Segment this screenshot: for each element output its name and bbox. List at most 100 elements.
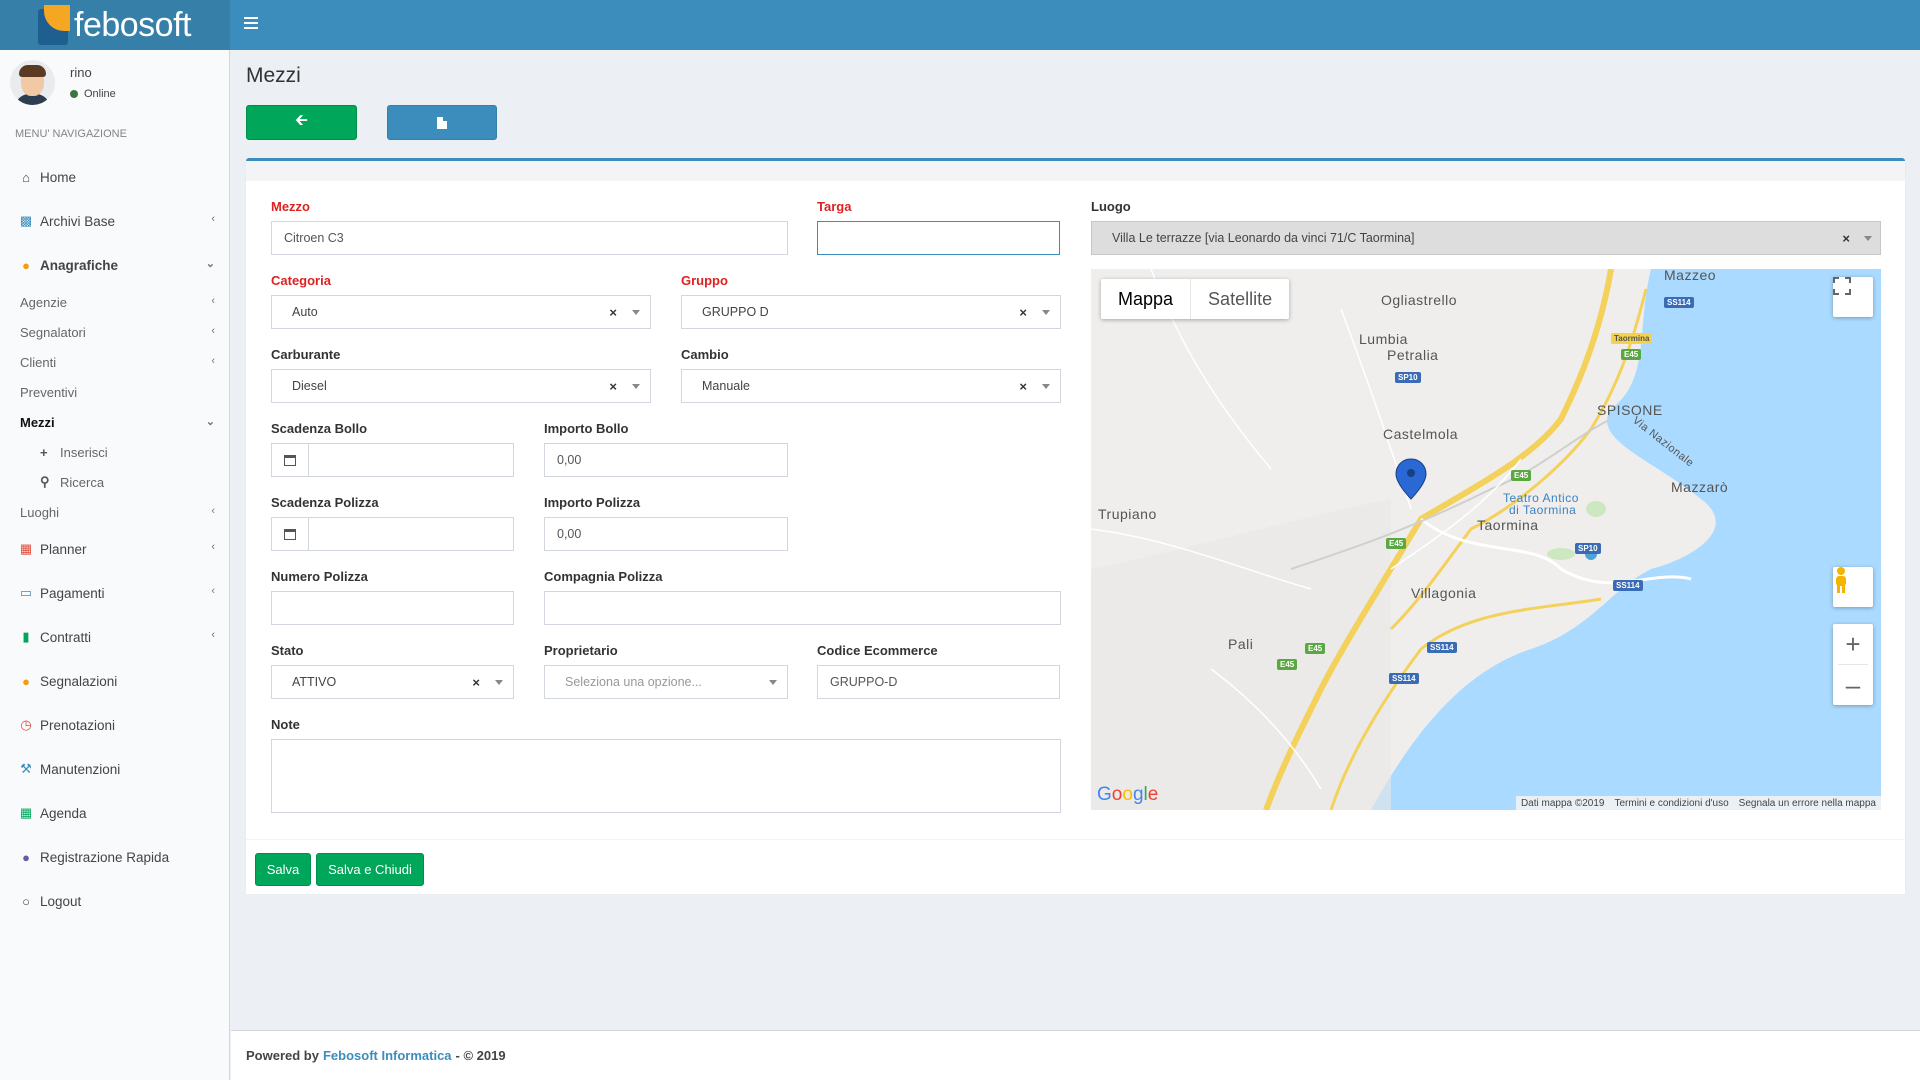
- sidebar-item-contratti[interactable]: ▮ Contratti ‹: [0, 615, 229, 659]
- circle-icon: ○: [22, 893, 30, 909]
- stato-select[interactable]: ATTIVO ×: [271, 665, 514, 699]
- clear-icon[interactable]: ×: [472, 675, 480, 690]
- chevron-left-icon: ‹: [211, 325, 215, 337]
- road-badge-e45: E45: [1386, 538, 1407, 549]
- user-icon: ●: [22, 257, 30, 273]
- mezzo-input[interactable]: Citroen C3: [271, 221, 788, 255]
- clear-icon[interactable]: ×: [609, 305, 617, 320]
- sidebar-item-planner[interactable]: ▦ Planner ‹: [0, 527, 229, 571]
- clear-icon[interactable]: ×: [1019, 305, 1027, 320]
- calendar-icon: ▦: [19, 541, 33, 556]
- sidebar-item-pagamenti[interactable]: ▭ Pagamenti ‹: [0, 571, 229, 615]
- sidebar-item-mezzi[interactable]: Mezzi ⌄: [0, 407, 229, 437]
- caret-down-icon: [632, 384, 640, 389]
- sidebar-item-home[interactable]: ⌂ Home: [0, 155, 229, 199]
- clear-icon[interactable]: ×: [1842, 231, 1850, 246]
- sidebar-item-clienti[interactable]: Clienti ‹: [0, 347, 229, 377]
- calendar-icon[interactable]: [271, 443, 309, 477]
- sidebar-item-preventivi[interactable]: Preventivi: [0, 377, 229, 407]
- form-footer: Salva Salva e Chiudi: [246, 839, 1905, 894]
- home-icon: ⌂: [22, 169, 30, 185]
- map-type-satellite[interactable]: Satellite: [1191, 279, 1289, 319]
- arrow-left-icon: 🡰: [295, 112, 308, 129]
- gruppo-label: Gruppo: [681, 273, 728, 288]
- road-badge-e45: E45: [1511, 470, 1532, 481]
- sidebar-item-anagrafiche[interactable]: ● Anagrafiche ⌄: [0, 243, 229, 287]
- sidebar-item-inserisci[interactable]: + Inserisci: [0, 437, 229, 467]
- stato-label: Stato: [271, 643, 304, 658]
- scadenza-polizza-input[interactable]: [309, 517, 514, 551]
- file-icon: [437, 116, 447, 129]
- categoria-select[interactable]: Auto ×: [271, 295, 651, 329]
- chevron-left-icon: ‹: [211, 295, 215, 307]
- sidebar-item-archivi-base[interactable]: ▩ Archivi Base ‹: [0, 199, 229, 243]
- codice-ecommerce-input[interactable]: GRUPPO-D: [817, 665, 1060, 699]
- note-textarea[interactable]: [271, 739, 1061, 813]
- road-badge-sp10: SP10: [1575, 543, 1601, 554]
- proprietario-select[interactable]: Seleziona una opzione...: [544, 665, 788, 699]
- sidebar-item-logout[interactable]: ○ Logout: [0, 879, 229, 923]
- compagnia-polizza-label: Compagnia Polizza: [544, 569, 663, 584]
- numero-polizza-input[interactable]: [271, 591, 514, 625]
- caret-down-icon: [495, 680, 503, 685]
- fullscreen-icon[interactable]: [1833, 277, 1873, 317]
- scadenza-bollo-input[interactable]: [309, 443, 514, 477]
- compagnia-polizza-input[interactable]: [544, 591, 1061, 625]
- calendar-icon[interactable]: [271, 517, 309, 551]
- google-logo[interactable]: Google: [1097, 784, 1158, 806]
- sidebar-item-ricerca[interactable]: ⚲ Ricerca: [0, 467, 229, 497]
- road-badge-sp10: SP10: [1395, 372, 1421, 383]
- carburante-select[interactable]: Diesel ×: [271, 369, 651, 403]
- save-button[interactable]: Salva: [255, 853, 311, 886]
- document-button[interactable]: [387, 105, 497, 140]
- map-label-mazzaro: Mazzarò: [1671, 479, 1729, 495]
- chevron-left-icon: ‹: [211, 585, 215, 597]
- sidebar-item-segnalazioni[interactable]: ● Segnalazioni: [0, 659, 229, 703]
- sidebar-item-agenzie[interactable]: Agenzie ‹: [0, 287, 229, 317]
- clear-icon[interactable]: ×: [609, 379, 617, 394]
- importo-polizza-input[interactable]: 0,00: [544, 517, 788, 551]
- chevron-left-icon: ‹: [211, 541, 215, 553]
- map-terms-link[interactable]: Termini e condizioni d'uso: [1614, 798, 1728, 809]
- logo[interactable]: febosoft: [0, 0, 230, 50]
- caret-down-icon: [632, 310, 640, 315]
- pegman-icon[interactable]: [1833, 567, 1873, 607]
- sidebar-item-segnalatori[interactable]: Segnalatori ‹: [0, 317, 229, 347]
- sidebar-item-prenotazioni[interactable]: ◷ Prenotazioni: [0, 703, 229, 747]
- map-label-taormina: Taormina: [1477, 517, 1539, 533]
- map-data-link[interactable]: Dati mappa ©2019: [1521, 798, 1605, 809]
- save-close-button[interactable]: Salva e Chiudi: [316, 853, 424, 886]
- targa-input[interactable]: [817, 221, 1060, 255]
- company-link[interactable]: Febosoft Informatica: [323, 1048, 452, 1063]
- avatar: [10, 60, 55, 105]
- user-panel: rino Online: [0, 50, 229, 122]
- luogo-select[interactable]: Villa Le terrazze [via Leonardo da vinci…: [1091, 221, 1881, 255]
- importo-bollo-input[interactable]: 0,00: [544, 443, 788, 477]
- online-dot-icon: [70, 90, 78, 98]
- map-label-lumbia: Lumbia: [1359, 331, 1408, 347]
- user-icon: ●: [22, 673, 30, 689]
- zoom-in-icon[interactable]: +: [1845, 624, 1860, 664]
- scadenza-polizza-field[interactable]: [271, 517, 514, 551]
- zoom-out-icon[interactable]: –: [1846, 665, 1860, 705]
- clear-icon[interactable]: ×: [1019, 379, 1027, 394]
- sidebar-item-agenda[interactable]: ▦ Agenda: [0, 791, 229, 835]
- map[interactable]: Mappa Satellite + – Mazzeo Ogliastrello …: [1091, 269, 1881, 810]
- caret-down-icon: [1864, 236, 1872, 241]
- back-button[interactable]: 🡰: [246, 105, 357, 140]
- luogo-label: Luogo: [1091, 199, 1131, 214]
- page-footer: Powered by Febosoft Informatica - © 2019: [231, 1030, 1920, 1080]
- scadenza-bollo-field[interactable]: [271, 443, 514, 477]
- sidebar-item-registrazione-rapida[interactable]: ● Registrazione Rapida: [0, 835, 229, 879]
- map-report-link[interactable]: Segnala un errore nella mappa: [1739, 798, 1876, 809]
- logo-icon: [38, 5, 72, 45]
- map-canvas: [1091, 269, 1881, 810]
- map-type-mappa[interactable]: Mappa: [1101, 279, 1192, 319]
- cambio-select[interactable]: Manuale ×: [681, 369, 1061, 403]
- map-label-villagonia: Villagonia: [1411, 585, 1477, 601]
- menu-toggle-icon[interactable]: [244, 17, 258, 31]
- gruppo-select[interactable]: GRUPPO D ×: [681, 295, 1061, 329]
- chevron-left-icon: ‹: [211, 505, 215, 517]
- sidebar-item-luoghi[interactable]: Luoghi ‹: [0, 497, 229, 527]
- sidebar-item-manutenzioni[interactable]: ⚒ Manutenzioni: [0, 747, 229, 791]
